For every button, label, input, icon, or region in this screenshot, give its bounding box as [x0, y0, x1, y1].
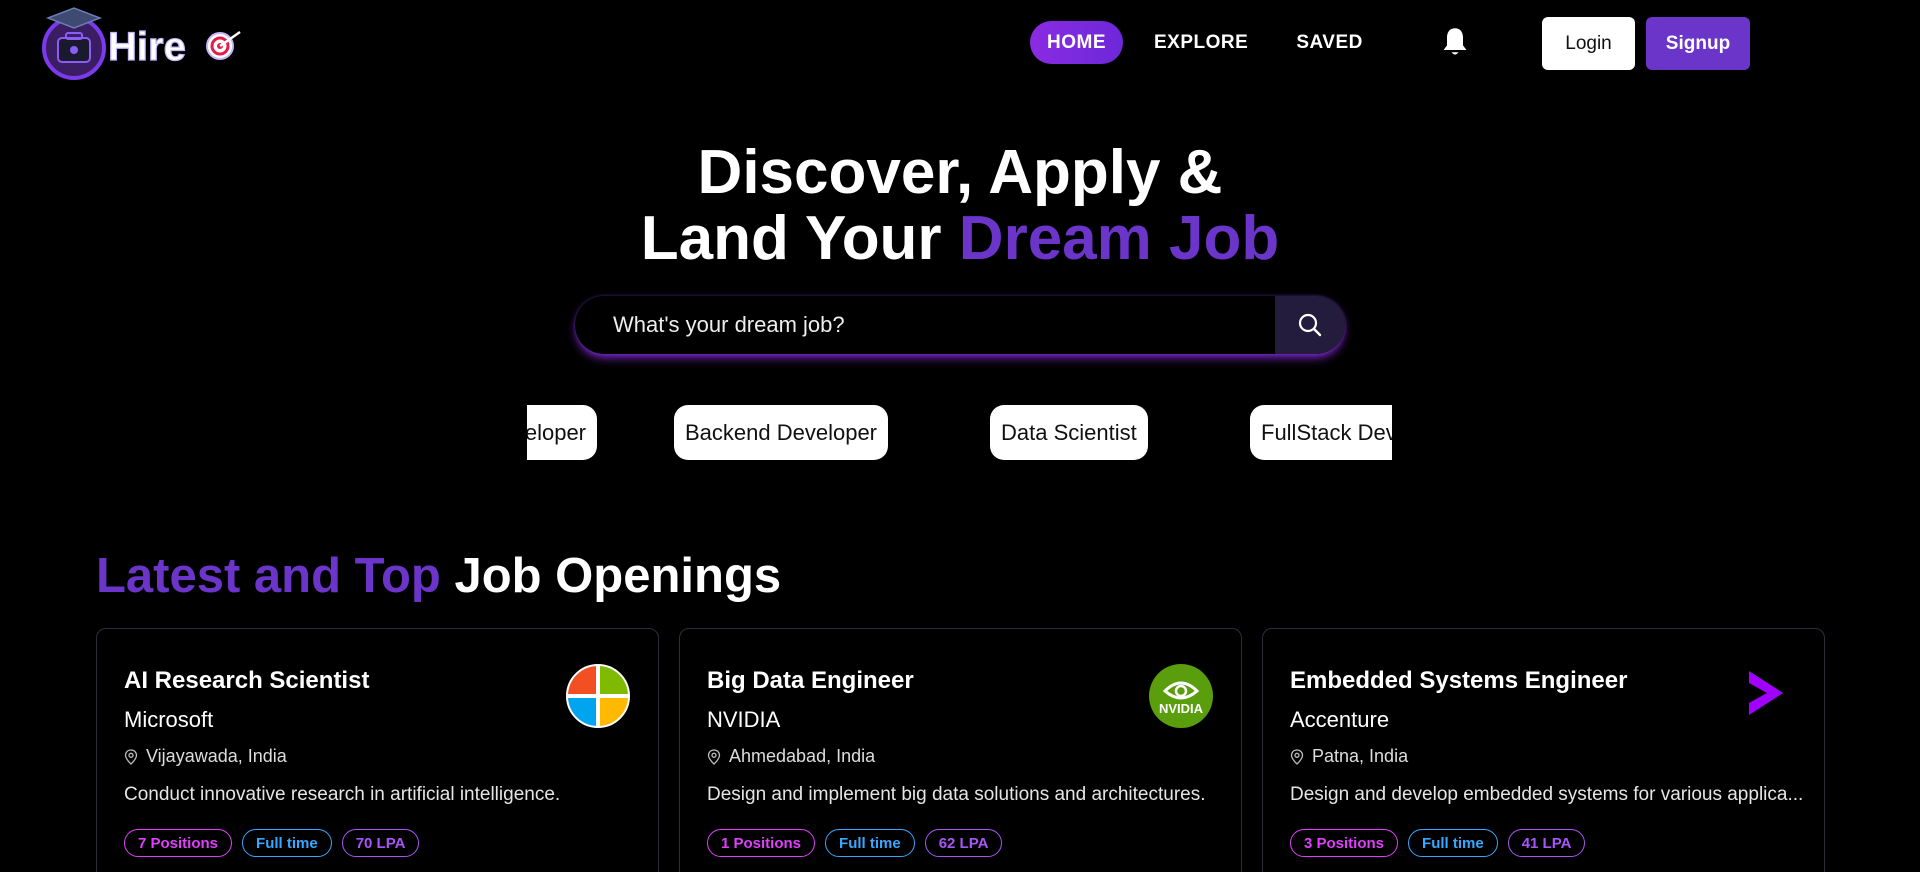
location-pin-icon	[1290, 748, 1304, 765]
category-chip[interactable]: Data Scientist	[990, 405, 1148, 460]
search-input[interactable]	[575, 296, 1275, 354]
job-card[interactable]: Embedded Systems Engineer Accenture Patn…	[1262, 628, 1825, 872]
job-role: AI Research Scientist	[124, 667, 370, 694]
hireo-logo[interactable]: Hire	[40, 4, 250, 82]
section-title-plain: Job Openings	[440, 549, 782, 603]
job-description: Conduct innovative research in artificia…	[124, 784, 561, 805]
job-type-badge: Full time	[242, 829, 332, 857]
main-nav: HOME EXPLORE SAVED	[1030, 21, 1394, 64]
job-role: Big Data Engineer	[707, 667, 914, 694]
salary-badge: 62 LPA	[924, 829, 1003, 857]
login-button[interactable]: Login	[1542, 17, 1635, 70]
positions-badge: 3 Positions	[1290, 829, 1399, 857]
section-title: Latest and Top Job Openings	[96, 548, 781, 604]
search-bar	[575, 296, 1345, 354]
nvidia-logo-icon: NVIDIA	[1149, 664, 1213, 728]
job-tags: 7 Positions Full time 70 LPA	[124, 829, 420, 857]
job-card[interactable]: AI Research Scientist Microsoft Vijayawa…	[96, 628, 659, 872]
search-button[interactable]	[1275, 296, 1345, 354]
job-tags: 3 Positions Full time 41 LPA	[1290, 829, 1586, 857]
job-location-text: Ahmedabad, India	[729, 746, 876, 766]
hero-line-2-accent: Dream Job	[958, 204, 1280, 273]
job-description: Design and implement big data solutions …	[707, 784, 1206, 805]
search-icon	[1298, 313, 1322, 337]
job-location: Patna, India	[1290, 746, 1408, 767]
job-location-text: Vijayawada, India	[146, 746, 287, 766]
job-location-text: Patna, India	[1312, 746, 1409, 766]
positions-badge: 7 Positions	[124, 829, 233, 857]
location-pin-icon	[124, 748, 138, 765]
job-description: Design and develop embedded systems for …	[1290, 784, 1804, 805]
nav-home[interactable]: HOME	[1030, 21, 1123, 64]
category-chip[interactable]: FullStack Dev	[1250, 405, 1392, 460]
section-title-accent: Latest and Top	[96, 549, 441, 603]
job-company: Microsoft	[124, 707, 214, 732]
job-role: Embedded Systems Engineer	[1290, 667, 1628, 694]
location-pin-icon	[707, 748, 721, 765]
nav-explore[interactable]: EXPLORE	[1137, 21, 1265, 64]
signup-button[interactable]: Signup	[1646, 17, 1750, 70]
positions-badge: 1 Positions	[707, 829, 816, 857]
job-card[interactable]: Big Data Engineer NVIDIA Ahmedabad, Indi…	[679, 628, 1242, 872]
salary-badge: 41 LPA	[1507, 829, 1586, 857]
job-type-badge: Full time	[1408, 829, 1498, 857]
category-carousel[interactable]: eloper Backend Developer Data Scientist …	[527, 405, 1392, 461]
hero-heading: Discover, Apply & Land Your Dream Job	[0, 140, 1920, 272]
job-type-badge: Full time	[825, 829, 915, 857]
job-company: NVIDIA	[707, 707, 781, 732]
job-tags: 1 Positions Full time 62 LPA	[707, 829, 1003, 857]
svg-text:Hire: Hire	[108, 25, 186, 69]
svg-text:NVIDIA: NVIDIA	[1159, 701, 1204, 716]
bell-icon[interactable]	[1441, 26, 1469, 58]
microsoft-logo-icon	[566, 664, 630, 728]
hero-line-1: Discover, Apply &	[697, 138, 1223, 207]
accenture-logo-icon	[1749, 671, 1783, 715]
job-company: Accenture	[1290, 707, 1390, 732]
hero-line-2-plain: Land Your	[640, 204, 959, 273]
salary-badge: 70 LPA	[341, 829, 420, 857]
nav-saved[interactable]: SAVED	[1279, 21, 1380, 64]
job-location: Vijayawada, India	[124, 746, 287, 767]
job-location: Ahmedabad, India	[707, 746, 875, 767]
briefcase-logo-icon: Hire	[42, 7, 241, 80]
category-chip[interactable]: Backend Developer	[674, 405, 889, 460]
category-chip[interactable]: eloper	[527, 405, 597, 460]
hero-line-2: Land Your Dream Job	[0, 206, 1920, 272]
